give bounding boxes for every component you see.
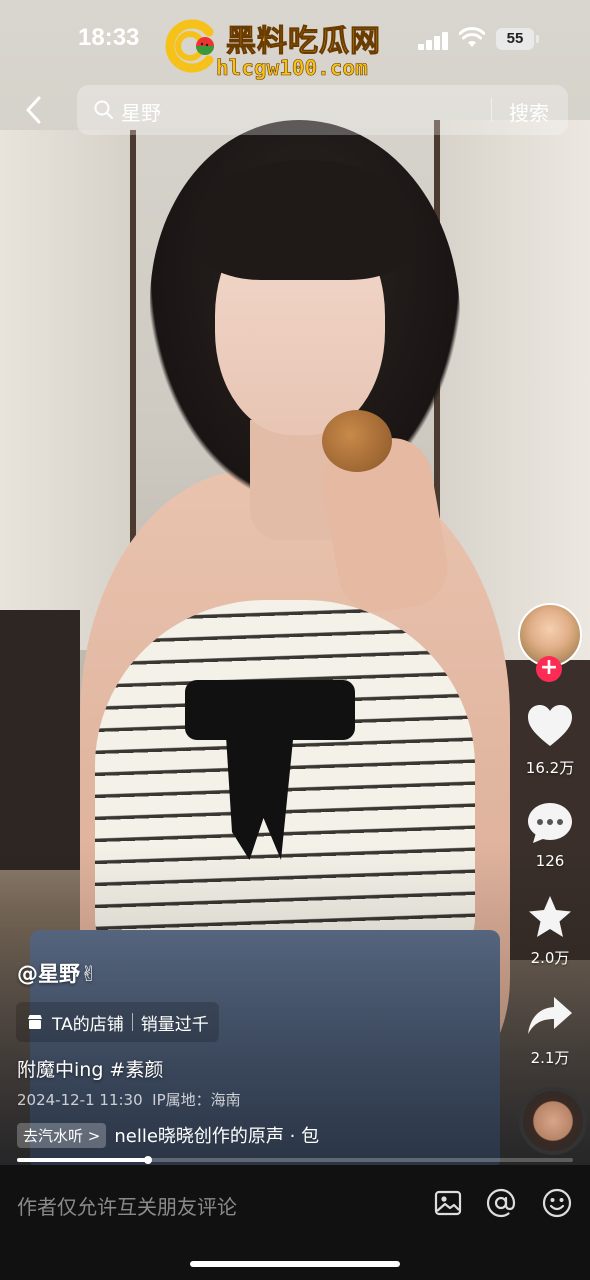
star-icon[interactable] xyxy=(526,895,574,939)
comment-input[interactable]: 作者仅允许互关朋友评论 xyxy=(17,1191,237,1220)
search-query[interactable]: 星野 xyxy=(121,97,161,126)
favorite-count: 2.0万 xyxy=(530,949,570,967)
back-arrow-icon[interactable] xyxy=(20,94,50,126)
share-icon[interactable] xyxy=(526,994,574,1038)
shop-icon xyxy=(28,1015,42,1029)
ip-location: IP属地：海南 xyxy=(152,1091,241,1109)
music-source-tag[interactable]: 去汽水听 > xyxy=(17,1122,107,1148)
watermark-title: 黑料吃瓜网 xyxy=(226,24,381,60)
video-progress-bar[interactable] xyxy=(17,1156,573,1164)
video-progress-handle[interactable] xyxy=(144,1156,152,1164)
home-indicator xyxy=(190,1261,400,1267)
cellular-signal-icon xyxy=(418,30,450,50)
comment-count: 126 xyxy=(535,852,565,870)
search-divider xyxy=(491,98,492,122)
heart-icon[interactable] xyxy=(526,704,574,748)
search-bar[interactable]: 星野 搜索 xyxy=(77,85,568,135)
search-icon xyxy=(94,100,113,119)
video-subject-fringe xyxy=(195,160,415,280)
status-time: 18:33 xyxy=(78,24,140,51)
video-description[interactable]: 附魔中ing #素颜 xyxy=(17,1055,163,1082)
search-button[interactable]: 搜索 xyxy=(509,97,549,126)
wifi-icon xyxy=(459,27,485,47)
shop-divider xyxy=(131,1013,133,1031)
shop-sales: 销量过千 xyxy=(140,1014,209,1035)
post-date: 2024-12-1 11:30 xyxy=(17,1091,143,1109)
music-title[interactable]: nelle晓晓创作的原声 · 包 xyxy=(114,1122,444,1148)
video-meta: 2024-12-1 11:30 IP属地：海南 xyxy=(17,1089,241,1110)
music-row[interactable]: 去汽水听 > nelle晓晓创作的原声 · 包 xyxy=(17,1121,444,1149)
emoji-icon[interactable] xyxy=(541,1187,573,1219)
battery-indicator: 55 xyxy=(496,28,539,50)
author-name[interactable]: @星野✌ xyxy=(17,958,98,988)
music-disc-icon[interactable] xyxy=(519,1087,587,1155)
comment-icon[interactable] xyxy=(526,801,574,845)
share-count: 2.1万 xyxy=(530,1049,570,1067)
watermark-url: hlcgw100.com xyxy=(216,56,368,81)
shop-entry[interactable]: TA的店铺 销量过千 xyxy=(16,1002,219,1042)
watermark-logo-icon xyxy=(165,19,214,73)
video-progress-fill xyxy=(17,1158,148,1162)
like-count: 16.2万 xyxy=(525,759,575,777)
background-cabinet-left xyxy=(0,610,80,870)
image-icon[interactable] xyxy=(432,1187,464,1219)
video-player[interactable] xyxy=(0,0,590,1165)
mention-icon[interactable] xyxy=(485,1187,517,1219)
video-subject-cookie xyxy=(322,410,392,472)
shop-label: TA的店铺 xyxy=(52,1014,124,1035)
comment-bar: 作者仅允许互关朋友评论 xyxy=(0,1165,590,1280)
follow-button[interactable]: + xyxy=(536,656,562,682)
